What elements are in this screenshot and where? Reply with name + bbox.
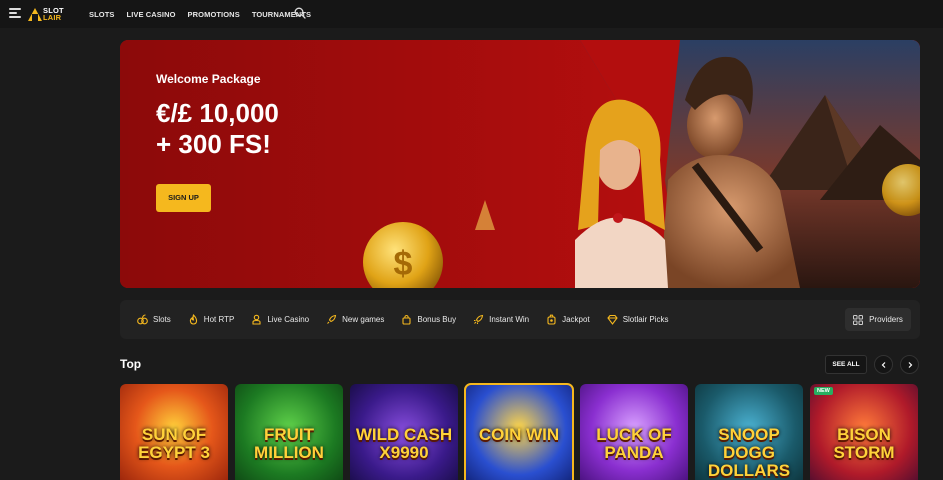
slots-icon — [137, 314, 148, 325]
category-jackpot[interactable]: Jackpot — [546, 314, 590, 325]
grid-icon — [853, 314, 864, 325]
game-title: COIN WIN — [478, 425, 560, 444]
game-title: FRUIT MILLION — [254, 425, 324, 462]
chevron-left-icon — [881, 361, 885, 368]
diamond-icon — [606, 314, 618, 325]
nav-live-casino[interactable]: LIVE CASINO — [127, 10, 176, 19]
game-title: WILD CASH X9990 — [355, 425, 453, 462]
category-hot-rtp[interactable]: Hot RTP — [188, 314, 234, 325]
main-nav: SLOTS LIVE CASINO PROMOTIONS TOURNAMENTS — [89, 0, 311, 28]
game-tile[interactable]: COIN WIN — [464, 383, 574, 480]
category-bonus-buy[interactable]: Bonus Buy — [401, 314, 456, 325]
category-slotlair-picks[interactable]: Slotlair Picks — [606, 314, 668, 325]
category-bar: Slots Hot RTP Live Casino New games Bonu… — [120, 300, 920, 339]
providers-label: Providers — [869, 315, 903, 324]
rocket-icon — [474, 314, 484, 324]
search-icon[interactable] — [294, 7, 306, 19]
jackpot-icon — [547, 314, 556, 325]
game-tile[interactable]: WILD CASH X9990 — [350, 384, 458, 480]
hero-title: €/£ 10,000 + 300 FS! — [156, 98, 279, 160]
dealer-icon — [252, 314, 261, 325]
hamburger-menu-icon[interactable] — [9, 8, 21, 18]
category-new-games[interactable]: New games — [326, 314, 384, 325]
section-title-top: Top — [120, 357, 142, 371]
game-tile[interactable]: SNOOP DOGG DOLLARS — [695, 384, 803, 480]
game-tile[interactable]: LUCK OF PANDA — [580, 384, 688, 480]
bag-icon — [402, 314, 411, 325]
logo-mark-icon — [28, 6, 42, 22]
category-instant-win[interactable]: Instant Win — [473, 314, 529, 325]
next-button[interactable] — [900, 355, 919, 374]
svg-text:$: $ — [394, 245, 413, 283]
hero-title-line1: €/£ 10,000 — [156, 98, 279, 128]
game-tile[interactable]: NEW BISON STORM — [810, 384, 918, 480]
hero-title-line2: + 300 FS! — [156, 129, 271, 159]
category-list: Slots Hot RTP Live Casino New games Bonu… — [137, 300, 685, 339]
nav-slots[interactable]: SLOTS — [89, 10, 115, 19]
hero-content: Welcome Package €/£ 10,000 + 300 FS! SIG… — [156, 72, 279, 212]
top-bar: SLOT LAIR SLOTS LIVE CASINO PROMOTIONS T… — [0, 0, 943, 28]
game-title: LUCK OF PANDA — [596, 425, 672, 462]
game-tiles: SUN OF EGYPT 3 FRUIT MILLION WILD CASH X… — [120, 383, 918, 480]
rocket-icon — [327, 314, 337, 324]
game-title: SUN OF EGYPT 3 — [138, 425, 210, 462]
logo-text: SLOT LAIR — [43, 6, 64, 22]
game-tile[interactable]: SUN OF EGYPT 3 — [120, 384, 228, 480]
fire-icon — [189, 314, 197, 325]
chevron-right-icon — [908, 361, 912, 368]
category-live-casino[interactable]: Live Casino — [251, 314, 309, 325]
providers-button[interactable]: Providers — [845, 308, 911, 331]
game-tile[interactable]: FRUIT MILLION — [235, 384, 343, 480]
hero-banner[interactable]: $ Welcome Package €/£ 10,000 + 300 FS! S… — [120, 40, 920, 288]
nav-promotions[interactable]: PROMOTIONS — [188, 10, 240, 19]
sign-up-button[interactable]: SIGN UP — [156, 184, 211, 212]
category-slots[interactable]: Slots — [137, 314, 171, 325]
new-badge: NEW — [814, 387, 833, 395]
game-title: BISON STORM — [833, 425, 895, 462]
see-all-button[interactable]: SEE ALL — [825, 355, 867, 374]
prev-button[interactable] — [874, 355, 893, 374]
logo[interactable]: SLOT LAIR — [28, 4, 64, 24]
game-title: SNOOP DOGG DOLLARS — [707, 425, 791, 480]
hero-eyebrow: Welcome Package — [156, 72, 261, 86]
